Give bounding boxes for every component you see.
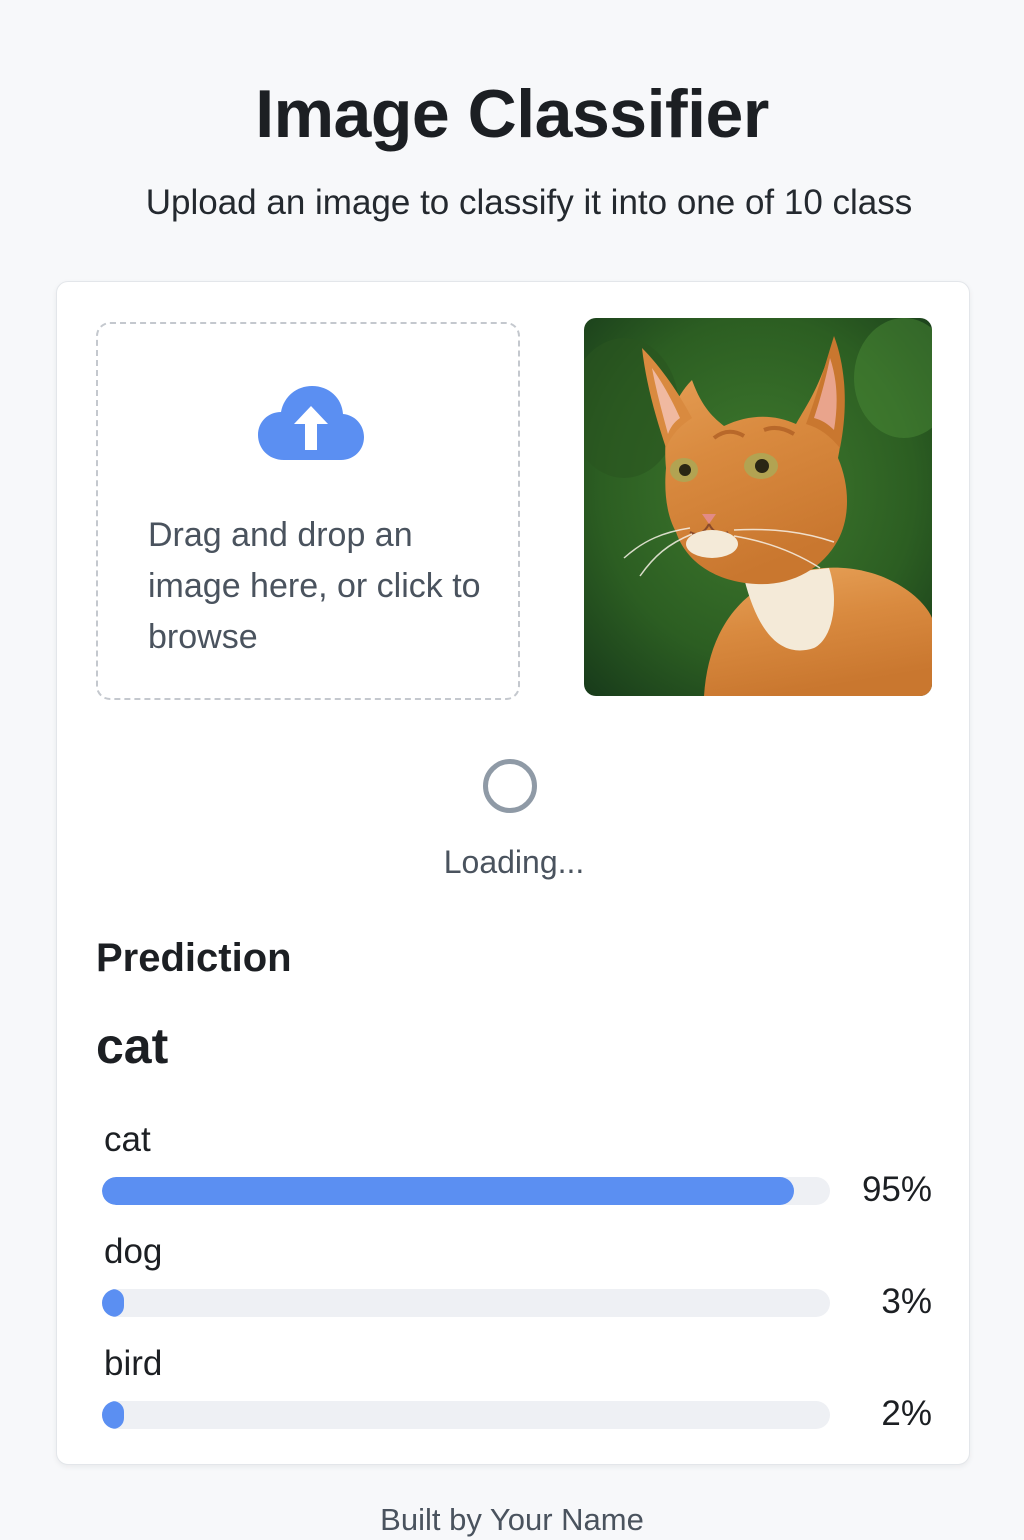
result-row-bird: bird 2% (102, 1343, 932, 1455)
result-label: bird (104, 1344, 163, 1383)
loading-text: Loading... (443, 844, 585, 880)
probability-bar-track (102, 1289, 830, 1317)
page-subtitle: Upload an image to classify it into one … (145, 183, 913, 222)
result-row-dog: dog 3% (102, 1231, 932, 1343)
probability-bar-track (102, 1177, 830, 1205)
result-row-cat: cat 95% (102, 1119, 932, 1231)
dropzone-instructions: Drag and drop an image here, or click to… (148, 516, 481, 656)
prediction-heading: Prediction (96, 936, 292, 980)
cat-photo (584, 318, 932, 696)
probability-bar-fill (102, 1289, 124, 1317)
probability-bar-track (102, 1401, 830, 1429)
probability-bar-fill (102, 1177, 794, 1205)
result-percentage: 2% (881, 1394, 932, 1433)
result-label: cat (104, 1120, 151, 1159)
footer-credit: Built by Your Name (380, 1502, 644, 1537)
prediction-label: cat (96, 1018, 169, 1074)
result-percentage: 95% (861, 1170, 932, 1209)
cloud-upload-icon (258, 386, 364, 460)
probability-bar-fill (102, 1401, 124, 1429)
loading-spinner (483, 759, 537, 813)
image-preview (584, 318, 932, 696)
classifier-card: Drag and drop an image here, or click to… (56, 281, 970, 1465)
page-title: Image Classifier (255, 76, 769, 152)
upload-dropzone[interactable]: Drag and drop an image here, or click to… (96, 322, 520, 700)
result-label: dog (104, 1232, 163, 1271)
result-percentage: 3% (881, 1282, 932, 1321)
